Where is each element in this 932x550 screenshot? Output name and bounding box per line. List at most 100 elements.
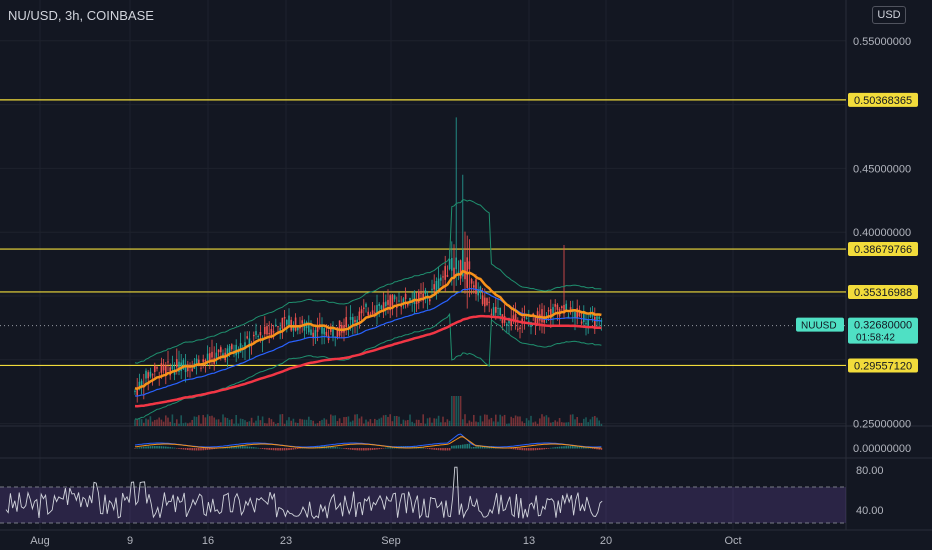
candle-body [283, 316, 286, 319]
macd-histogram-bar [200, 448, 202, 451]
volume-bar [292, 418, 295, 426]
volume-bar [594, 416, 596, 426]
candle-body [400, 305, 402, 307]
volume-bar [481, 421, 484, 426]
macd-histogram-bar [382, 448, 385, 449]
rsi-tick-label: 80.00 [856, 465, 884, 477]
volume-bar [429, 417, 431, 426]
macd-histogram-bar [574, 446, 576, 449]
volume-bar [200, 423, 202, 426]
volume-bar [253, 422, 255, 426]
volume-bar [242, 419, 244, 426]
volume-bar [334, 415, 336, 426]
macd-histogram-bar [380, 448, 383, 449]
volume-bar [585, 417, 587, 426]
macd-histogram-bar [248, 446, 251, 449]
volume-bar [143, 422, 145, 426]
volume-bar [294, 422, 297, 426]
volume-bar [488, 419, 490, 426]
volume-bar [404, 420, 407, 426]
macd-histogram-bar [165, 446, 167, 449]
macd-histogram-bar [173, 447, 176, 449]
macd-histogram-bar [281, 448, 284, 451]
candle-body [429, 299, 431, 302]
macd-histogram-bar [376, 448, 378, 450]
candle-body [506, 323, 508, 327]
candle-body [220, 347, 222, 353]
macd-histogram-bar [437, 448, 440, 451]
volume-bar [453, 396, 455, 426]
macd-histogram-bar [440, 448, 442, 451]
macd-histogram-bar [523, 448, 526, 451]
macd-histogram-bar [367, 448, 369, 451]
volume-bar [495, 414, 497, 426]
candle-body [162, 364, 165, 371]
volume-bar [550, 422, 552, 426]
candle-body [587, 319, 589, 327]
macd-histogram-bar [147, 446, 149, 449]
candle-body [200, 367, 202, 369]
candle-body [268, 333, 270, 335]
macd-histogram-bar [426, 448, 429, 449]
macd-histogram-bar [360, 448, 363, 451]
volume-bar [182, 423, 185, 426]
macd-histogram-bar [239, 446, 242, 449]
candle-body [442, 276, 444, 278]
volume-bar [587, 422, 589, 426]
volume-bar [420, 423, 422, 426]
volume-bar [435, 418, 438, 426]
candle-body [195, 358, 198, 364]
volume-bar [246, 421, 248, 426]
macd-histogram-bar [572, 446, 574, 449]
volume-bar [332, 415, 334, 426]
candle-body [160, 363, 163, 373]
candle-body [156, 367, 158, 369]
macd-histogram-bar [514, 448, 517, 450]
volume-bar [138, 419, 141, 426]
macd-histogram-bar [462, 444, 464, 449]
volume-bar [473, 414, 475, 426]
candle-body [517, 328, 519, 330]
macd-histogram-bar [202, 448, 204, 451]
candle-body [301, 320, 303, 324]
price-tick-label: 0.40000000 [853, 227, 911, 239]
candle-body [176, 359, 178, 368]
candle-body [134, 390, 136, 392]
volume-bar [600, 423, 603, 426]
currency-badge[interactable]: USD [872, 6, 906, 24]
volume-bar [145, 418, 147, 426]
candle-body [352, 317, 354, 325]
volume-bar [389, 414, 391, 426]
price-chart[interactable]: 0.55000000 0.45000000 0.40000000 0.25000000… [0, 0, 932, 550]
volume-bar [484, 414, 486, 426]
candle-body [310, 329, 312, 335]
volume-bar [400, 423, 402, 426]
volume-bar [442, 416, 444, 426]
macd-histogram-bar [261, 448, 264, 449]
macd-histogram-bar [158, 446, 160, 449]
macd-histogram-bar [448, 448, 451, 451]
macd-histogram-bar [536, 448, 539, 451]
candle-body [437, 278, 440, 289]
candle-body [211, 351, 213, 358]
candle-body [321, 325, 323, 334]
volume-bar [209, 416, 211, 426]
volume-bar [204, 417, 207, 426]
volume-bar [470, 421, 473, 426]
candle-body [554, 304, 556, 307]
candle-body [171, 364, 174, 370]
time-tick-label: Oct [724, 535, 741, 547]
volume-bar [255, 420, 257, 426]
macd-histogram-bar [468, 443, 471, 449]
candle-body [323, 328, 325, 335]
symbol-title[interactable]: NU/USD, 3h, COINBASE [8, 8, 154, 23]
macd-zero-label: 0.00000000 [853, 443, 911, 455]
macd-histogram-bar [134, 448, 136, 449]
volume-bar [462, 419, 464, 426]
macd-histogram-bar [545, 448, 548, 449]
macd-histogram-bar [187, 448, 189, 451]
volume-bar [352, 420, 354, 426]
candle-body [547, 310, 550, 312]
volume-bar [380, 417, 383, 426]
volume-bar [528, 420, 530, 426]
